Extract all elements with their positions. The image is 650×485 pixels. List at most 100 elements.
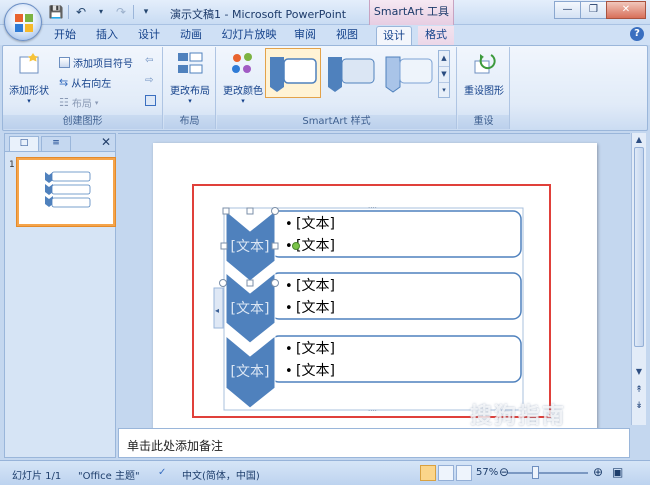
add-shape-icon (19, 53, 39, 74)
row-1-bullet-mark-2: • (285, 239, 293, 254)
add-shape-button[interactable]: 添加形状 ▾ (7, 51, 51, 105)
styles-gallery-scroll[interactable]: ▲ ▼ ▾ (438, 50, 450, 98)
gallery-more-icon[interactable]: ▾ (439, 83, 449, 99)
zoom-slider-knob[interactable] (532, 466, 539, 479)
title-bar: 💾 ↶ ▾ ↷ ▾ 演示文稿1 - Microsoft PowerPoint S… (0, 0, 650, 25)
row-2-chevron-label: [文本] (231, 301, 270, 317)
change-colors-icon (232, 53, 252, 73)
change-layout-dropdown-icon: ▾ (188, 97, 192, 105)
normal-view-button[interactable] (420, 465, 436, 481)
vertical-scrollbar[interactable]: ▲ ▼ ↟ ↡ (631, 133, 646, 425)
scroll-thumb[interactable] (634, 147, 644, 347)
style-thumb-1[interactable] (265, 48, 321, 98)
smartart-graphic[interactable]: [文本] [文本] [文本] • [文本] • [文本] • [文本] • [文… (153, 143, 597, 433)
zoom-slider-track[interactable] (508, 472, 588, 474)
row-1-chevron-label: [文本] (231, 239, 270, 255)
tab-smartart-format[interactable]: 格式 (418, 26, 454, 45)
qat-separator-2 (133, 5, 134, 19)
customize-qat-icon[interactable]: ▾ (138, 4, 154, 20)
group-create-graphic: 添加形状 ▾ 添加项目符号 ⇆ 从右向左 ☷ 布局 ▾ ⇦ ⇨ 创建图形 (3, 47, 163, 129)
tab-insert[interactable]: 插入 (92, 26, 122, 45)
change-colors-dropdown-icon: ▾ (241, 97, 245, 105)
reset-graphic-label: 重设图形 (464, 86, 504, 97)
pane-close-icon[interactable]: ✕ (101, 135, 111, 149)
scroll-down-icon[interactable]: ▼ (632, 367, 646, 376)
style-thumb-2[interactable] (323, 48, 379, 98)
slides-pane-tabs: □ ≡ ✕ (5, 134, 115, 152)
change-layout-icon (178, 52, 203, 74)
tab-smartart-design[interactable]: 设计 (376, 26, 412, 45)
add-bullet-button[interactable]: 添加项目符号 (59, 55, 133, 70)
tab-review[interactable]: 审阅 (290, 26, 320, 45)
undo-dropdown-icon[interactable]: ▾ (93, 4, 109, 20)
row-3-chevron-label: [文本] (231, 364, 270, 380)
style-thumb-2-graphic (328, 57, 375, 92)
next-slide-icon[interactable]: ↡ (632, 401, 646, 411)
window-title: 演示文稿1 - Microsoft PowerPoint (170, 8, 347, 21)
window-controls: — ❐ ✕ (554, 1, 646, 19)
promote-icon[interactable]: ⇦ (145, 55, 153, 66)
gallery-scroll-down-icon[interactable]: ▼ (439, 67, 449, 83)
group-layouts: 更改布局 ▾ 布局 (164, 47, 216, 129)
zoom-in-icon[interactable]: ⊕ (593, 465, 603, 479)
undo-icon[interactable]: ↶ (73, 4, 89, 20)
row-2-bullet-2[interactable]: [文本] (296, 300, 335, 316)
slide-sorter-view-button[interactable] (438, 465, 454, 481)
row-3-bullet-1[interactable]: [文本] (296, 341, 335, 357)
tab-slide-show[interactable]: 幻灯片放映 (220, 26, 278, 45)
group-label-layouts: 布局 (164, 115, 215, 129)
office-logo-icon (15, 14, 33, 32)
status-slide-count: 幻灯片 1/1 (12, 471, 62, 482)
tab-animations[interactable]: 动画 (176, 26, 206, 45)
right-to-left-button[interactable]: ⇆ 从右向左 (59, 75, 111, 90)
scroll-up-icon[interactable]: ▲ (632, 135, 646, 144)
slide-show-view-button[interactable] (456, 465, 472, 481)
previous-slide-icon[interactable]: ↟ (632, 385, 646, 395)
reset-graphic-button[interactable]: 重设图形 (460, 51, 508, 97)
tab-design[interactable]: 设计 (134, 26, 164, 45)
restore-icon[interactable]: ❐ (580, 1, 606, 19)
outline-tab-icon[interactable]: ≡ (41, 136, 71, 151)
slides-pane: □ ≡ ✕ 1 (4, 133, 116, 458)
watermark-url: zhinan.sogou.com (492, 430, 593, 443)
slide-canvas[interactable]: [文本] [文本] [文本] • [文本] • [文本] • [文本] • [文… (153, 143, 597, 433)
gallery-scroll-up-icon[interactable]: ▲ (439, 51, 449, 67)
status-bar: 幻灯片 1/1 "Office 主题" ✓ 中文(简体，中国) 57% ⊖ ⊕ … (0, 460, 650, 485)
group-label-create-graphic: 创建图形 (3, 115, 162, 129)
redo-icon[interactable]: ↷ (113, 4, 129, 20)
close-icon[interactable]: ✕ (606, 1, 646, 19)
demote-icon[interactable]: ⇨ (145, 75, 153, 86)
change-colors-button[interactable]: 更改颜色 ▾ (221, 51, 265, 105)
help-icon[interactable]: ? (630, 27, 644, 41)
row-2-bullet-1[interactable]: [文本] (296, 278, 335, 294)
style-thumb-3[interactable] (381, 48, 437, 98)
row-1-bullet-1[interactable]: [文本] (296, 216, 335, 232)
save-icon[interactable]: 💾 (48, 4, 64, 20)
spell-check-icon[interactable]: ✓ (158, 467, 166, 478)
slides-tab-icon[interactable]: □ (9, 136, 39, 151)
row-2-bullet-mark-2: • (285, 301, 293, 316)
slide-thumbnail[interactable] (17, 158, 115, 226)
text-pane-arrow-icon: ◂ (215, 306, 219, 315)
smartart-styles-gallery (265, 48, 452, 100)
row-3-bullet-mark-1: • (285, 342, 293, 357)
row-3-bullet-2[interactable]: [文本] (296, 363, 335, 379)
style-thumb-3-graphic (385, 56, 433, 93)
right-to-left-icon: ⇆ (59, 76, 69, 89)
tab-view[interactable]: 视图 (332, 26, 362, 45)
slide-thumbnail-graphic (45, 171, 91, 208)
office-button[interactable] (4, 3, 42, 41)
zoom-level[interactable]: 57% (476, 467, 498, 478)
minimize-icon[interactable]: — (554, 1, 580, 19)
layout-dropdown-icon: ▾ (94, 98, 99, 107)
group-label-reset: 重设 (458, 115, 509, 129)
tab-home[interactable]: 开始 (50, 26, 80, 45)
change-colors-label: 更改颜色 (223, 86, 263, 97)
group-label-smartart-styles: SmartArt 样式 (217, 115, 456, 129)
fit-to-window-icon[interactable]: ▣ (612, 465, 623, 479)
text-pane-icon[interactable] (145, 95, 156, 106)
add-shape-dropdown-icon: ▾ (27, 97, 31, 105)
change-layout-button[interactable]: 更改布局 ▾ (168, 51, 212, 105)
row-1-bullet-2[interactable]: [文本] (296, 238, 335, 254)
layout-button[interactable]: ☷ 布局 ▾ (59, 95, 98, 110)
